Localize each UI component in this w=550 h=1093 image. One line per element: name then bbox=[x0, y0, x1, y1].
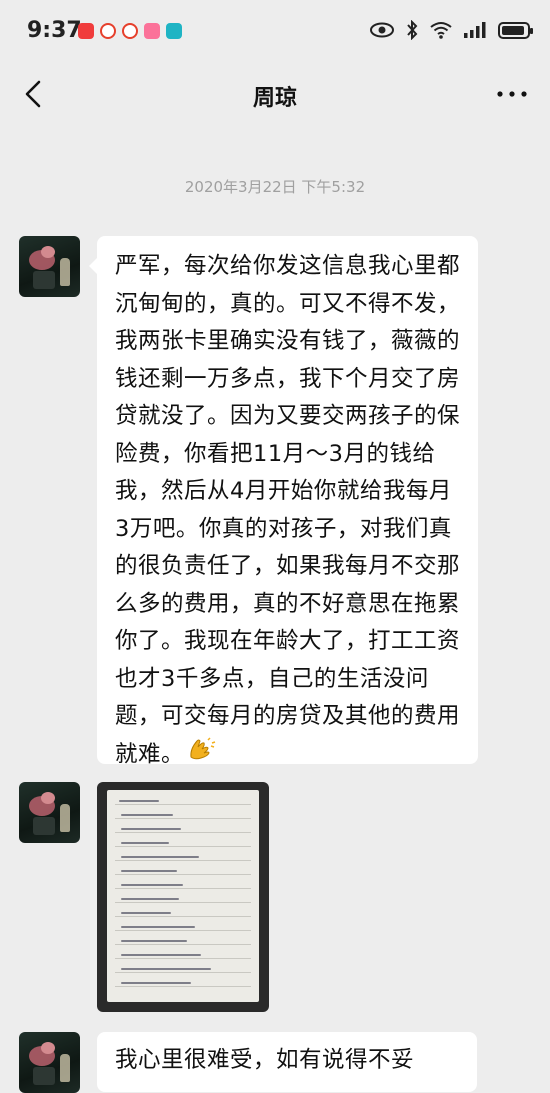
more-button[interactable] bbox=[494, 80, 530, 108]
clap-hands-icon bbox=[188, 736, 218, 774]
avatar[interactable] bbox=[19, 236, 80, 297]
nav-bar: 周琼 bbox=[0, 62, 550, 128]
status-time: 9:37 bbox=[27, 18, 82, 43]
status-bar: 9:37 bbox=[0, 0, 550, 62]
message-text-content: 严军，每次给你发这信息我心里都沉甸甸的，真的。可又不得不发，我两张卡里确实没有钱… bbox=[115, 253, 461, 767]
more-icon bbox=[497, 91, 527, 97]
message-text: 严军，每次给你发这信息我心里都沉甸甸的，真的。可又不得不发，我两张卡里确实没有钱… bbox=[115, 248, 460, 773]
weibo-icon bbox=[100, 23, 116, 39]
chat-title: 周琼 bbox=[252, 86, 297, 111]
battery-icon bbox=[498, 21, 533, 39]
avatar[interactable] bbox=[19, 1032, 80, 1093]
message-text: 我心里很难受，如有说得不妥 bbox=[115, 1047, 415, 1073]
bilibili-icon bbox=[144, 23, 160, 39]
message-bubble[interactable]: 我心里很难受，如有说得不妥 bbox=[97, 1032, 477, 1092]
notification-icons bbox=[78, 23, 182, 39]
wifi-icon bbox=[430, 22, 452, 39]
bluetooth-icon bbox=[407, 20, 418, 40]
message-bubble[interactable]: 严军，每次给你发这信息我心里都沉甸甸的，真的。可又不得不发，我两张卡里确实没有钱… bbox=[89, 236, 478, 767]
avatar[interactable] bbox=[19, 782, 80, 843]
signal-icon bbox=[464, 22, 486, 38]
notebook-photo[interactable] bbox=[97, 782, 269, 1012]
weibo-icon-2 bbox=[122, 23, 138, 39]
message-timestamp: 2020年3月22日 下午5:32 bbox=[184, 178, 366, 196]
eye-icon bbox=[370, 22, 394, 38]
app-red-icon bbox=[78, 23, 94, 39]
notebook-page bbox=[107, 790, 259, 1002]
system-icons bbox=[370, 20, 533, 40]
app-teal-icon bbox=[166, 23, 182, 39]
